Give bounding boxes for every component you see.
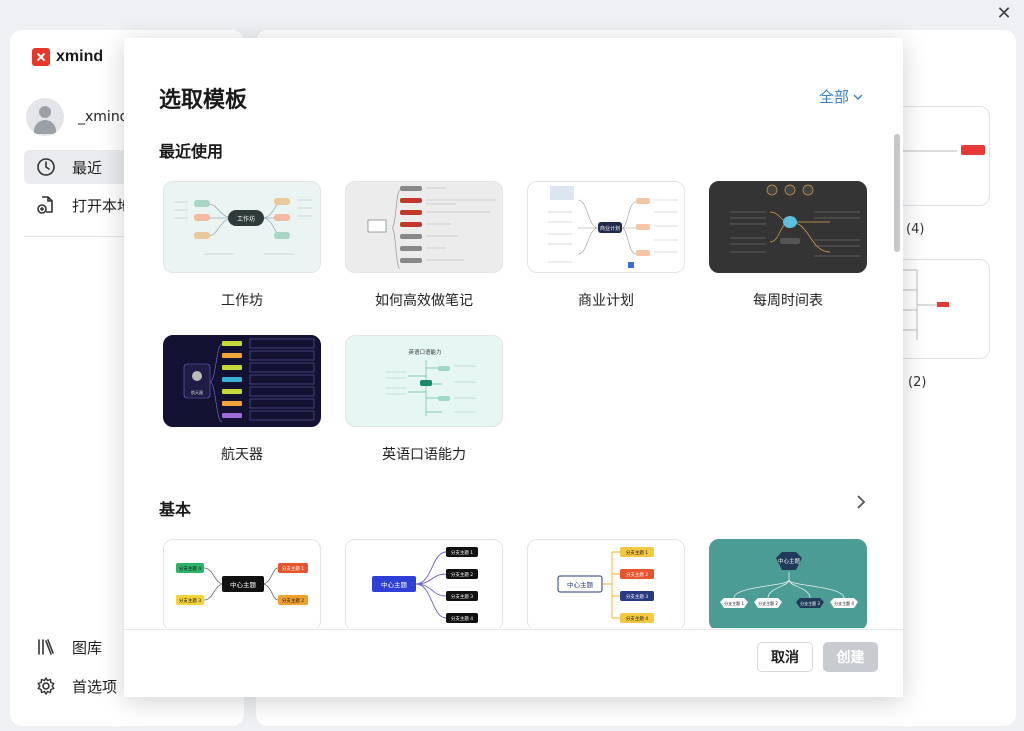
template-thumbnail: 中心主题 分支主题 1 分支主题 2 分支主题 3 分支主题 4	[709, 539, 867, 628]
template-list[interactable]: 最近使用 工作坊 工作坊 如何高效做笔记 商业计划 商业计划 每周时间表 航天器…	[124, 128, 903, 628]
avatar	[26, 98, 64, 136]
gear-icon	[36, 676, 56, 696]
file-count: (4)	[906, 222, 925, 237]
template-spacecraft[interactable]: 航天器 航天器	[163, 335, 321, 464]
thumbnail-branch-topic: 分支主题 2	[626, 571, 648, 578]
chevron-down-icon	[853, 88, 863, 106]
template-thumbnail	[709, 181, 867, 273]
create-button[interactable]: 创建	[823, 642, 878, 672]
scrollbar[interactable]	[894, 134, 900, 252]
thumbnail-branch-topic: 分支主题 4	[179, 565, 201, 572]
library-icon	[36, 637, 56, 657]
template-basic-logic-chart[interactable]: 中心主题 分支主题 1 分支主题 2 分支主题 3 分支主题 4	[345, 539, 503, 628]
window-close-button[interactable]: ✕	[994, 4, 1014, 24]
template-label: 每周时间表	[753, 293, 823, 309]
file-count: (2)	[908, 375, 927, 390]
thumbnail-center-topic: 英语口语能力	[408, 348, 441, 356]
sidebar-item-label: 最近	[72, 158, 103, 177]
template-label: 工作坊	[221, 293, 263, 309]
template-thumbnail: 英语口语能力	[345, 335, 503, 427]
thumbnail-branch-topic: 分支主题 1	[626, 549, 648, 556]
template-basic-bracket[interactable]: 中心主题 分支主题 1 分支主题 2 分支主题 3 分支主题 4	[527, 539, 685, 628]
open-file-icon	[36, 195, 56, 215]
section-title-basic: 基本	[159, 500, 192, 519]
dialog-footer: 取消 创建	[124, 629, 903, 697]
thumbnail-center-topic: 中心主题	[778, 557, 801, 565]
thumbnail-center-topic: 商业计划	[600, 225, 620, 232]
template-label: 商业计划	[578, 293, 634, 309]
thumbnail-center-topic: 航天器	[191, 389, 203, 395]
xmind-logo-icon	[32, 48, 50, 66]
thumbnail-center-topic: 中心主题	[230, 580, 257, 589]
sidebar-item-label: 首选项	[72, 677, 118, 696]
thumbnail-branch-topic: 分支主题 3	[800, 600, 820, 606]
thumbnail-branch-topic: 分支主题 3	[451, 593, 473, 600]
template-label: 航天器	[221, 447, 263, 463]
app-logo: xmind	[32, 48, 103, 66]
template-workshop[interactable]: 工作坊 工作坊	[163, 181, 321, 310]
app-name: xmind	[56, 48, 104, 65]
template-thumbnail: 中心主题 分支主题 1 分支主题 2 分支主题 3 分支主题 4	[345, 539, 503, 628]
template-basic-mindmap[interactable]: 中心主题 分支主题 4 分支主题 1 分支主题 3 分支主题 2	[163, 539, 321, 628]
filter-label: 全部	[818, 88, 849, 106]
template-english-speaking[interactable]: 英语口语能力 英语口语能力	[345, 335, 503, 464]
recent-file-card[interactable]	[896, 259, 990, 359]
user-account[interactable]: _xmind_	[26, 98, 136, 136]
thumbnail-center-topic: 工作坊	[237, 215, 255, 223]
cancel-button[interactable]: 取消	[757, 642, 813, 672]
thumbnail-branch-topic: 分支主题 2	[282, 597, 304, 604]
template-business-plan[interactable]: 商业计划 商业计划	[527, 181, 685, 310]
dialog-title: 选取模板	[159, 88, 248, 113]
template-label: 如何高效做笔记	[375, 293, 473, 309]
thumbnail-branch-topic: 分支主题 1	[451, 549, 473, 556]
template-thumbnail: 商业计划	[527, 181, 685, 273]
sidebar-item-label: 图库	[72, 638, 103, 657]
section-title-recent: 最近使用	[159, 142, 224, 161]
template-thumbnail: 航天器	[163, 335, 321, 427]
recent-file-card[interactable]	[896, 106, 990, 206]
thumbnail-branch-topic: 分支主题 3	[626, 593, 648, 600]
template-filter-dropdown[interactable]: 全部	[819, 86, 863, 107]
thumbnail-center-topic: 中心主题	[567, 580, 594, 589]
thumbnail-branch-topic: 分支主题 4	[626, 615, 648, 622]
thumbnail-branch-topic: 分支主题 4	[451, 615, 473, 622]
thumbnail-branch-topic: 分支主题 3	[179, 597, 201, 604]
template-weekly-schedule[interactable]: 每周时间表	[709, 181, 867, 310]
template-thumbnail	[345, 181, 503, 273]
template-thumbnail: 中心主题 分支主题 1 分支主题 2 分支主题 3 分支主题 4	[527, 539, 685, 628]
template-label: 英语口语能力	[382, 447, 466, 463]
sidebar-item-label: 打开本地	[72, 196, 133, 215]
thumbnail-branch-topic: 分支主题 4	[834, 600, 854, 606]
template-thumbnail: 工作坊	[163, 181, 321, 273]
thumbnail-center-topic: 中心主题	[381, 580, 408, 589]
thumbnail-branch-topic: 分支主题 2	[451, 571, 473, 578]
template-thumbnail: 中心主题 分支主题 4 分支主题 1 分支主题 3 分支主题 2	[163, 539, 321, 628]
thumbnail-branch-topic: 分支主题 1	[282, 565, 304, 572]
thumbnail-branch-topic: 分支主题 1	[724, 600, 744, 606]
template-effective-notes[interactable]: 如何高效做笔记	[345, 181, 503, 310]
clock-icon	[36, 157, 56, 177]
template-basic-org-chart[interactable]: 中心主题 分支主题 1 分支主题 2 分支主题 3 分支主题 4	[709, 539, 867, 628]
thumbnail-branch-topic: 分支主题 2	[758, 600, 778, 606]
template-picker-dialog: 选取模板 全部 最近使用 工作坊 工作坊 如何高效做笔记 商业计划 商业计划 每…	[124, 38, 903, 697]
chevron-right-icon[interactable]	[855, 494, 867, 515]
